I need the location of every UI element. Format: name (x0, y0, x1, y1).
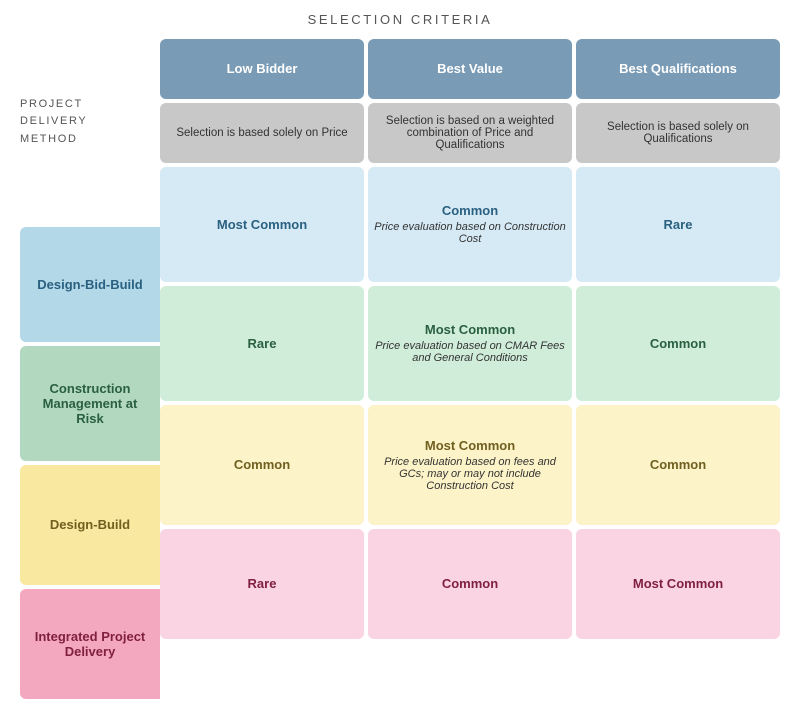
cell-db-best-italic: Price evaluation based on fees and GCs; … (374, 456, 566, 492)
cell-db-best: Most Common Price evaluation based on fe… (368, 405, 572, 525)
data-row-cmar: Rare Most Common Price evaluation based … (160, 286, 780, 401)
cell-db-best-bold: Most Common (374, 438, 566, 453)
cell-cmar-low: Rare (160, 286, 364, 401)
cell-cmar-qual: Common (576, 286, 780, 401)
data-row-dbb: Most Common Common Price evaluation base… (160, 167, 780, 282)
col-headers-row: Low Bidder Best Value Best Qualification… (160, 39, 780, 99)
cell-ipd-low: Rare (160, 529, 364, 639)
data-row-db: Common Most Common Price evaluation base… (160, 405, 780, 525)
cell-cmar-best-bold: Most Common (374, 322, 566, 337)
cell-dbb-qual: Rare (576, 167, 780, 282)
col-header-best-value: Best Value (368, 39, 572, 99)
desc-best-qual: Selection is based solely on Qualificati… (576, 103, 780, 163)
project-delivery-label: PROJECTDELIVERYMETHOD (20, 96, 87, 149)
data-row-ipd: Rare Common Most Common (160, 529, 780, 639)
row-header-ipd: Integrated Project Delivery (20, 589, 160, 699)
col-header-low-bidder: Low Bidder (160, 39, 364, 99)
cell-ipd-best-bold: Common (442, 576, 498, 591)
cell-ipd-best: Common (368, 529, 572, 639)
table-wrapper: PROJECTDELIVERYMETHOD Design-Bid-Build C… (20, 39, 780, 699)
cell-db-low: Common (160, 405, 364, 525)
cell-cmar-low-bold: Rare (248, 336, 277, 351)
cell-ipd-qual-bold: Most Common (633, 576, 723, 591)
cell-dbb-best: Common Price evaluation based on Constru… (368, 167, 572, 282)
row-header-dbb: Design-Bid-Build (20, 227, 160, 342)
cell-dbb-qual-bold: Rare (664, 217, 693, 232)
row-headers: PROJECTDELIVERYMETHOD Design-Bid-Build C… (20, 39, 160, 699)
cell-dbb-best-bold: Common (374, 203, 566, 218)
row-header-db: Design-Build (20, 465, 160, 585)
main-title: SELECTION CRITERIA (308, 12, 493, 27)
grid-area: Low Bidder Best Value Best Qualification… (160, 39, 780, 699)
col-header-best-qual: Best Qualifications (576, 39, 780, 99)
cell-db-qual: Common (576, 405, 780, 525)
cell-cmar-qual-bold: Common (650, 336, 706, 351)
cell-db-qual-bold: Common (650, 457, 706, 472)
cell-cmar-best-italic: Price evaluation based on CMAR Fees and … (374, 340, 566, 364)
cell-cmar-best: Most Common Price evaluation based on CM… (368, 286, 572, 401)
project-delivery-label-container: PROJECTDELIVERYMETHOD (20, 39, 160, 159)
description-row: Selection is based solely on Price Selec… (160, 103, 780, 163)
row-header-cmar: Construction Management at Risk (20, 346, 160, 461)
cell-db-low-bold: Common (234, 457, 290, 472)
cell-dbb-low-bold: Most Common (217, 217, 307, 232)
cell-dbb-low: Most Common (160, 167, 364, 282)
cell-dbb-best-italic: Price evaluation based on Construction C… (374, 221, 566, 245)
cell-ipd-low-bold: Rare (248, 576, 277, 591)
desc-low-bidder: Selection is based solely on Price (160, 103, 364, 163)
desc-best-value: Selection is based on a weighted combina… (368, 103, 572, 163)
cell-ipd-qual: Most Common (576, 529, 780, 639)
